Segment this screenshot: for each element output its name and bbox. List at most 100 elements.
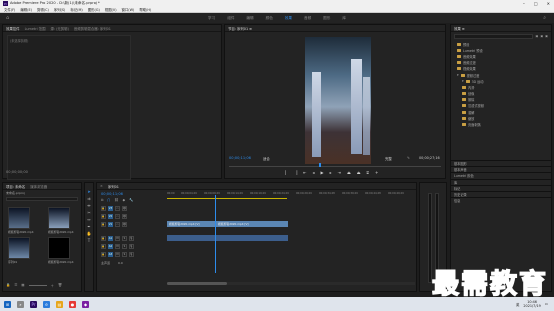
project-clip-thumb[interactable] <box>48 207 70 229</box>
workspace-color[interactable]: 颜色 <box>266 16 273 21</box>
edge-icon[interactable]: e <box>43 300 50 308</box>
program-title[interactable]: 节目: 序列01 ≡ <box>228 26 252 31</box>
menu-marker[interactable]: 标记(M) <box>70 7 82 12</box>
track-target-v2[interactable]: V2 <box>108 214 113 219</box>
project-search-input[interactable] <box>6 197 78 201</box>
program-scrubber[interactable] <box>229 163 441 167</box>
close-icon[interactable]: ✕ <box>547 1 550 6</box>
pen-tool-icon[interactable]: ✒ <box>87 224 92 229</box>
eye-icon[interactable]: 👁 <box>122 222 127 227</box>
home-icon[interactable]: ⌂ <box>6 15 12 21</box>
tab-project[interactable]: 项目: 未命名 <box>6 184 25 189</box>
lock-icon[interactable]: 🔒 <box>101 214 106 219</box>
timeline-scroll-thumb[interactable] <box>167 282 227 285</box>
workspace-libraries[interactable]: 库 <box>342 16 346 21</box>
workspace-edit[interactable]: 编辑 <box>246 16 253 21</box>
linked-selection-icon[interactable]: ⛓ <box>114 198 118 202</box>
mark-in-icon[interactable]: ▏ <box>285 170 288 175</box>
timeline-clip-audio[interactable] <box>216 235 288 241</box>
wrench-icon[interactable]: ✎ <box>407 156 410 160</box>
menu-edit[interactable]: 编辑(E) <box>20 7 32 12</box>
timeline-sequence-tab[interactable]: 序列01 <box>108 184 119 189</box>
icon-view-icon[interactable]: ▦ <box>21 283 24 288</box>
windows-start-icon[interactable]: ⊞ <box>4 300 11 308</box>
menu-graphics[interactable]: 图形(G) <box>88 7 100 12</box>
mic-icon[interactable]: 🎙 <box>129 244 134 249</box>
timeline-clip-video[interactable]: 视频剪辑2020.mp4 [V] <box>167 221 215 227</box>
timeline-settings-icon[interactable]: 🔧 <box>129 198 133 202</box>
tab-media-browser[interactable]: 媒体浏览器 <box>30 184 47 189</box>
workspace-assembly[interactable]: 组件 <box>227 16 234 21</box>
sync-lock-icon[interactable]: ▭ <box>115 206 120 211</box>
snap-icon[interactable]: ⋂ <box>107 198 110 202</box>
solo-icon[interactable]: S <box>122 236 127 241</box>
mute-icon[interactable]: M <box>115 236 120 241</box>
mark-out-icon[interactable]: ▕ <box>294 170 297 175</box>
mute-icon[interactable]: M <box>115 252 120 257</box>
effects-search-input[interactable] <box>454 34 534 39</box>
tab-audio-mixer[interactable]: 音频剪辑混合器: 序列01 <box>74 26 111 31</box>
lock-icon[interactable]: 🔒 <box>6 283 10 288</box>
nest-icon[interactable]: ⧉ <box>101 198 103 202</box>
selection-tool-icon[interactable]: ➤ <box>87 189 92 194</box>
play-icon[interactable]: ▶ <box>321 170 324 175</box>
panel-info[interactable]: 信息 <box>451 197 551 203</box>
workspace-audio[interactable]: 音频 <box>304 16 311 21</box>
new-item-icon[interactable]: ＋ <box>51 283 54 288</box>
trash-icon[interactable]: 🗑 <box>58 283 62 288</box>
quality-dropdown[interactable]: 完整 <box>385 156 392 161</box>
slip-tool-icon[interactable]: ↔ <box>87 217 92 222</box>
track-target-a3[interactable]: A3 <box>108 252 113 257</box>
close-tab-icon[interactable]: × <box>100 184 103 188</box>
track-target-a1[interactable]: A1 <box>108 236 113 241</box>
sync-lock-icon[interactable]: ▭ <box>115 222 120 227</box>
project-sequence-thumb[interactable] <box>8 237 30 259</box>
lock-icon[interactable]: 🔒 <box>101 222 106 227</box>
effects-folder-page-peel[interactable]: 页面剥落 <box>451 121 551 127</box>
timeline-clip-video[interactable]: 视频剪辑2020.mp4 [V] <box>216 221 288 227</box>
solo-icon[interactable]: S <box>122 244 127 249</box>
search-icon[interactable]: ⌕ <box>17 300 24 308</box>
razor-tool-icon[interactable]: ✂ <box>87 210 92 215</box>
tab-source[interactable]: 源: (无剪辑) <box>50 26 68 31</box>
menu-sequence[interactable]: 序列(S) <box>54 7 66 12</box>
input-language[interactable]: 英 <box>516 302 519 307</box>
yuv-effects-icon[interactable]: ▣ <box>545 34 548 39</box>
workspace-graphics[interactable]: 图形 <box>323 16 330 21</box>
track-target-v3[interactable]: V3 <box>108 206 113 211</box>
mic-icon[interactable]: 🎙 <box>129 252 134 257</box>
work-area-bar[interactable] <box>167 198 287 199</box>
zoom-slider[interactable] <box>28 285 47 286</box>
accelerated-effects-icon[interactable]: ▣ <box>535 34 538 39</box>
minimize-icon[interactable]: – <box>523 1 525 6</box>
eye-icon[interactable]: 👁 <box>122 206 127 211</box>
menu-view[interactable]: 视图(V) <box>105 7 117 12</box>
go-to-in-icon[interactable]: ⇤ <box>303 170 306 175</box>
menu-window[interactable]: 窗口(W) <box>122 7 135 12</box>
timeline-clip-audio[interactable] <box>167 235 215 241</box>
tab-lumetri-scopes[interactable]: Lumetri 范围 <box>25 26 46 31</box>
lift-icon[interactable]: ⏏ <box>347 170 351 175</box>
tab-effect-controls[interactable]: 效果控件 <box>6 26 20 31</box>
project-clip-thumb[interactable] <box>48 237 70 259</box>
menu-clip[interactable]: 剪辑(C) <box>37 7 49 12</box>
file-explorer-icon[interactable]: ▤ <box>56 300 63 308</box>
mute-icon[interactable]: M <box>115 244 120 249</box>
effects-title[interactable]: 效果 ≡ <box>454 26 465 31</box>
ripple-edit-tool-icon[interactable]: ⇹ <box>87 203 92 208</box>
eye-icon[interactable]: 👁 <box>122 214 127 219</box>
app-icon[interactable]: ● <box>69 300 76 308</box>
track-target-v1[interactable]: V1 <box>108 222 113 227</box>
menu-file[interactable]: 文件(F) <box>4 7 15 12</box>
program-playhead[interactable] <box>319 163 321 167</box>
timeline-ruler[interactable]: 00;00 00;00;04;29 00;00;09;29 00;00;14;2… <box>167 192 415 200</box>
project-clip-thumb[interactable] <box>8 207 30 229</box>
go-to-out-icon[interactable]: ⇥ <box>338 170 341 175</box>
master-volume-value[interactable]: 0.0 <box>118 261 123 265</box>
workspace-learn[interactable]: 学习 <box>208 16 215 21</box>
lock-icon[interactable]: 🔒 <box>101 236 106 241</box>
notification-icon[interactable]: ▭ <box>545 302 548 306</box>
solo-icon[interactable]: S <box>122 252 127 257</box>
mic-icon[interactable]: 🎙 <box>129 236 134 241</box>
premiere-taskbar-icon[interactable]: Pr <box>30 300 37 308</box>
